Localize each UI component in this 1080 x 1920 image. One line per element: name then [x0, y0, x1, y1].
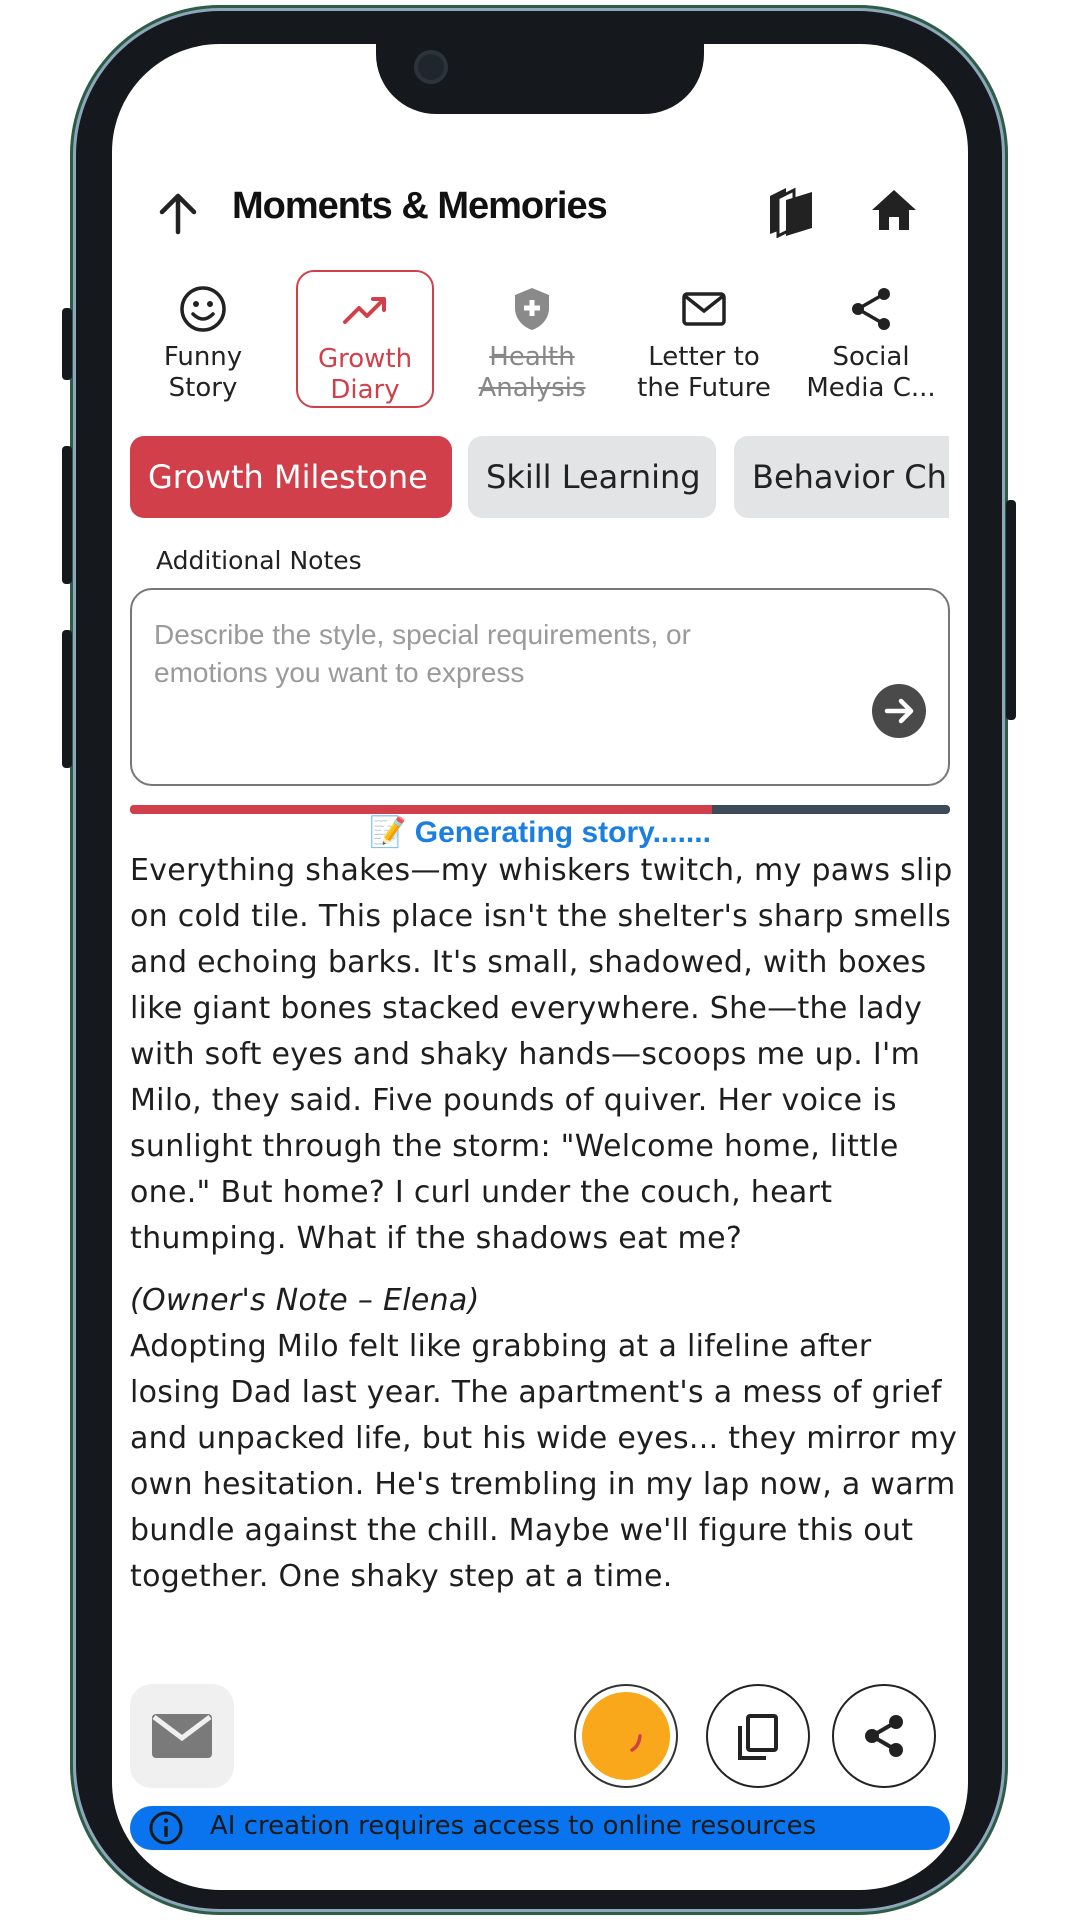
mail-icon	[152, 1714, 212, 1758]
spinner-icon	[630, 1734, 642, 1752]
chip-behavior-change[interactable]: Behavior Ch	[734, 436, 949, 518]
page-title: Moments & Memories	[232, 185, 608, 227]
share-icon	[865, 1715, 903, 1757]
home-button[interactable]	[868, 184, 920, 236]
story-paragraph: Adopting Milo felt like grabbing at a li…	[130, 1329, 958, 1594]
tab-funny-story[interactable]: Funny Story	[134, 270, 272, 408]
smiley-icon	[180, 286, 226, 332]
phone-side-button	[62, 446, 72, 584]
phone-side-button	[62, 630, 72, 768]
library-button[interactable]	[764, 182, 818, 239]
book-stack-icon	[770, 187, 812, 239]
generating-status: 📝 Generating story.......	[369, 816, 711, 849]
copy-button[interactable]	[706, 1684, 810, 1788]
arrow-right-icon	[884, 698, 914, 724]
send-button[interactable]	[872, 684, 926, 738]
progress-bar	[130, 805, 950, 814]
progress-fill	[130, 805, 713, 814]
tab-label: Letter to the Future	[637, 342, 771, 403]
trending-up-icon	[343, 297, 386, 324]
chip-growth-milestone[interactable]: Growth Milestone	[130, 436, 452, 518]
tab-label: Health Analysis	[478, 342, 586, 403]
tab-health-analysis[interactable]: Health Analysis	[463, 270, 601, 408]
camera-notch	[376, 44, 704, 114]
subtopic-chips: Growth Milestone Skill Learning Behavior…	[112, 424, 949, 534]
mail-button[interactable]	[130, 1684, 234, 1788]
notes-box	[130, 588, 950, 786]
tab-social-media[interactable]: Social Media C...	[802, 270, 940, 408]
front-camera	[414, 50, 448, 84]
story-paragraph: Everything shakes—my whiskers twitch, my…	[130, 853, 953, 1256]
tab-growth-diary[interactable]: Growth Diary	[296, 270, 434, 408]
generate-button-fill	[582, 1692, 670, 1780]
info-bar: AI creation requires access to online re…	[130, 1806, 950, 1850]
back-button[interactable]	[152, 188, 204, 240]
share-button[interactable]	[832, 1684, 936, 1788]
tab-letter-to-the-future[interactable]: Letter to the Future	[630, 270, 778, 408]
info-icon	[149, 1811, 183, 1845]
shield-plus-icon	[515, 288, 549, 330]
arrow-up-icon	[159, 193, 197, 235]
owner-note-heading: (Owner's Note – Elena)	[130, 1283, 480, 1318]
phone-side-button	[62, 308, 72, 380]
phone-side-button	[1006, 500, 1016, 720]
notes-input[interactable]	[154, 616, 794, 716]
tab-label: Funny Story	[163, 342, 243, 403]
envelope-icon	[682, 292, 726, 326]
generate-button[interactable]	[574, 1684, 678, 1788]
share-icon	[852, 288, 890, 330]
copy-icon	[738, 1714, 778, 1760]
home-icon	[872, 190, 916, 230]
tab-label: Social Media C...	[806, 342, 936, 403]
info-text: AI creation requires access to online re…	[210, 1811, 817, 1841]
notes-label: Additional Notes	[156, 546, 362, 575]
story-output: Everything shakes—my whiskers twitch, my…	[130, 848, 960, 1674]
tab-label: Growth Diary	[317, 344, 413, 405]
app-screen: Moments & Memories Funny Story Growth Di…	[112, 44, 968, 1890]
chip-skill-learning[interactable]: Skill Learning	[468, 436, 716, 518]
